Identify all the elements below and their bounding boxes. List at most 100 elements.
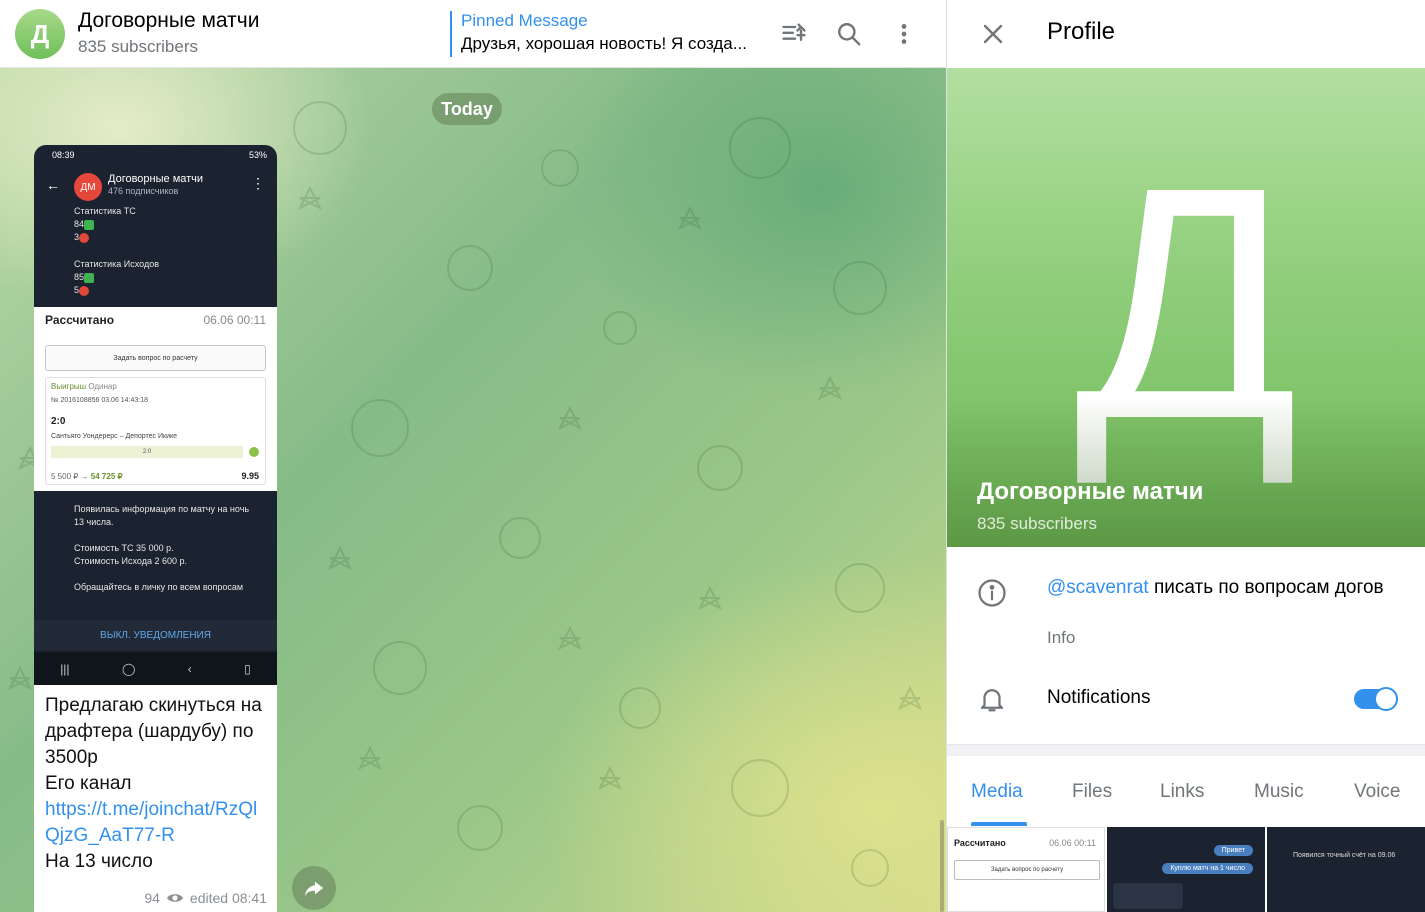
check-icon (84, 219, 95, 230)
tab-voice[interactable]: Voice (1354, 781, 1400, 803)
win-check-icon (249, 447, 259, 457)
stats-out-ok: 85 (74, 272, 85, 282)
tab-links[interactable]: Links (1160, 781, 1204, 803)
phone-status-bar: 08:39 53% (34, 145, 277, 167)
bet-details: Выигрыш Одинар № 2016108856 03.06 14:43:… (45, 377, 266, 485)
bet-payout: 5 500 ₽ → 54 725 ₽ (51, 472, 123, 481)
bet-teams: Сантьяго Уондерерс – Депортес Икике (51, 433, 178, 440)
description-text: писать по вопросам догов (1148, 577, 1384, 598)
chat-pane: Д Договорные матчи 835 subscribers Pinne… (0, 0, 946, 912)
thumb-text: Рассчитано (954, 838, 1006, 848)
recent-apps-icon: ||| (60, 661, 70, 676)
active-tab-indicator (971, 822, 1027, 826)
media-thumbnail[interactable]: Рассчитано 06.06 00:11 Задать вопрос по … (947, 827, 1105, 912)
phone-nav-bar: ||| ◯ ‹ ▯ (34, 652, 277, 685)
back-arrow-icon: ← (46, 177, 60, 193)
check-icon (84, 272, 95, 283)
tab-media[interactable]: Media (971, 781, 1023, 803)
view-count: 94 (144, 890, 160, 906)
stats-out-label: Статистика Исходов (74, 259, 159, 269)
bell-icon (977, 684, 1009, 716)
shared-media-tabs: Media Files Links Music Voice (947, 756, 1425, 826)
notifications-label: Notifications (1047, 687, 1151, 708)
message-meta: 94 edited 08:41 (144, 890, 267, 906)
channel-avatar[interactable]: Д (15, 9, 65, 59)
bet-win: Выигрыш Одинар (51, 382, 117, 391)
stats-tc-ok: 84 (74, 219, 85, 229)
profile-name: Договорные матчи (977, 478, 1204, 505)
phone-avatar: ДМ (74, 173, 102, 201)
thumb-text: 06.06 00:11 (1049, 838, 1096, 848)
bet-number: № 2016108856 03.06 14:43:18 (51, 397, 149, 404)
more-vertical-icon[interactable] (888, 18, 920, 50)
toggle-knob (1374, 687, 1398, 711)
info-line: Обращайтесь в личку по всем вопросам (74, 582, 244, 592)
media-thumbnail[interactable]: Появился точный счёт на 09.06 (1267, 827, 1425, 912)
info-line: Стоимость ТС 35 000 р. (74, 543, 174, 553)
close-icon[interactable] (977, 18, 1009, 50)
info-line: Появилась информация по матчу на ночь 13… (74, 504, 250, 527)
pinned-message-text: Друзья, хорошая новость! Я созда... (461, 34, 747, 53)
bet-status: Рассчитано (45, 313, 115, 327)
message-link[interactable]: https://t.me/joinchat/RzQlQjzG_AaT77-R (45, 797, 270, 849)
phone-subtitle: 476 подписчиков (108, 186, 179, 196)
pinned-message[interactable]: Pinned Message Друзья, хорошая новость! … (450, 11, 770, 57)
thumb-text: Появился точный счёт на 09.06 (1293, 852, 1396, 859)
profile-description: @scavenrat писать по вопросам догов (1047, 575, 1397, 600)
chat-header[interactable]: Д Договорные матчи 835 subscribers Pinne… (0, 0, 946, 68)
eye-icon (166, 894, 183, 902)
phone-stats: Статистика ТС 84 3 Статистика Исходов 85… (74, 205, 159, 297)
message-line: Предлагаю скинуться на драфтера (шардубу… (45, 695, 262, 768)
thumb-text: Куплю матч на 1 число (1162, 863, 1253, 874)
phone-more-icon: ⋮ (251, 175, 265, 191)
message-line: Его канал (45, 773, 132, 794)
bet-result-bar: 2:0 (51, 446, 243, 458)
phone-battery: 53% (248, 150, 267, 160)
message-text: Предлагаю скинуться на драфтера (шардубу… (45, 693, 270, 875)
tab-music[interactable]: Music (1254, 781, 1304, 803)
profile-panel: Profile Д Договорные матчи 835 subscribe… (946, 0, 1425, 912)
profile-title: Profile (1047, 18, 1116, 45)
pinned-message-title: Pinned Message (461, 11, 588, 30)
phone-time: 08:39 (52, 150, 75, 160)
bet-score: 2:0 (51, 416, 66, 427)
thumb-text: Задать вопрос по расчету (954, 860, 1100, 880)
thumb-text: Привет (1213, 845, 1253, 856)
stop-icon (79, 285, 90, 296)
bet-card: Рассчитано 06.06 00:11 Задать вопрос по … (34, 307, 277, 491)
keyboard-icon: ▯ (244, 661, 251, 676)
stats-tc-label: Статистика ТС (74, 206, 136, 216)
section-divider (947, 744, 1425, 756)
bet-odds: 9.95 (241, 471, 259, 481)
notifications-toggle[interactable] (1354, 687, 1398, 711)
search-icon[interactable] (833, 18, 865, 50)
media-thumbnail[interactable]: Привет Куплю матч на 1 число (1107, 827, 1265, 912)
info-icon (977, 578, 1009, 610)
profile-header: Profile (947, 0, 1425, 68)
edited-time: edited 08:41 (189, 890, 267, 906)
pin-list-icon[interactable] (778, 18, 810, 50)
channel-subscribers: 835 subscribers (78, 37, 199, 56)
mention-link[interactable]: @scavenrat (1047, 577, 1149, 598)
media-grid: Рассчитано 06.06 00:11 Задать вопрос по … (947, 827, 1425, 912)
chat-scrollbar[interactable] (940, 820, 944, 912)
profile-avatar-large[interactable]: Д Договорные матчи 835 subscribers (947, 68, 1425, 547)
bet-question-button: Задать вопрос по расчету (45, 345, 266, 371)
tab-files[interactable]: Files (1072, 781, 1112, 803)
phone-info-text: Появилась информация по матчу на ночь 13… (74, 503, 254, 594)
profile-subscribers: 835 subscribers (977, 514, 1098, 533)
phone-mute-button: ВЫКЛ. УВЕДОМЛЕНИЯ (34, 620, 277, 650)
back-icon: ‹ (187, 661, 192, 676)
channel-title[interactable]: Договорные матчи (78, 9, 259, 33)
share-icon[interactable] (292, 866, 336, 910)
phone-chat-header: ← ДМ Договорные матчи 476 подписчиков ⋮ (34, 167, 277, 205)
bet-date: 06.06 00:11 (203, 313, 266, 327)
home-icon: ◯ (121, 661, 136, 676)
message-bubble[interactable]: 08:39 53% ← ДМ Договорные матчи 476 подп… (34, 145, 277, 912)
date-separator: Today (432, 93, 502, 125)
message-photo[interactable]: 08:39 53% ← ДМ Договорные матчи 476 подп… (34, 145, 277, 685)
phone-title: Договорные матчи (108, 173, 204, 185)
info-label: Info (1047, 628, 1076, 647)
message-line: На 13 число (45, 851, 153, 872)
info-line: Стоимость Исхода 2 600 р. (74, 556, 188, 566)
